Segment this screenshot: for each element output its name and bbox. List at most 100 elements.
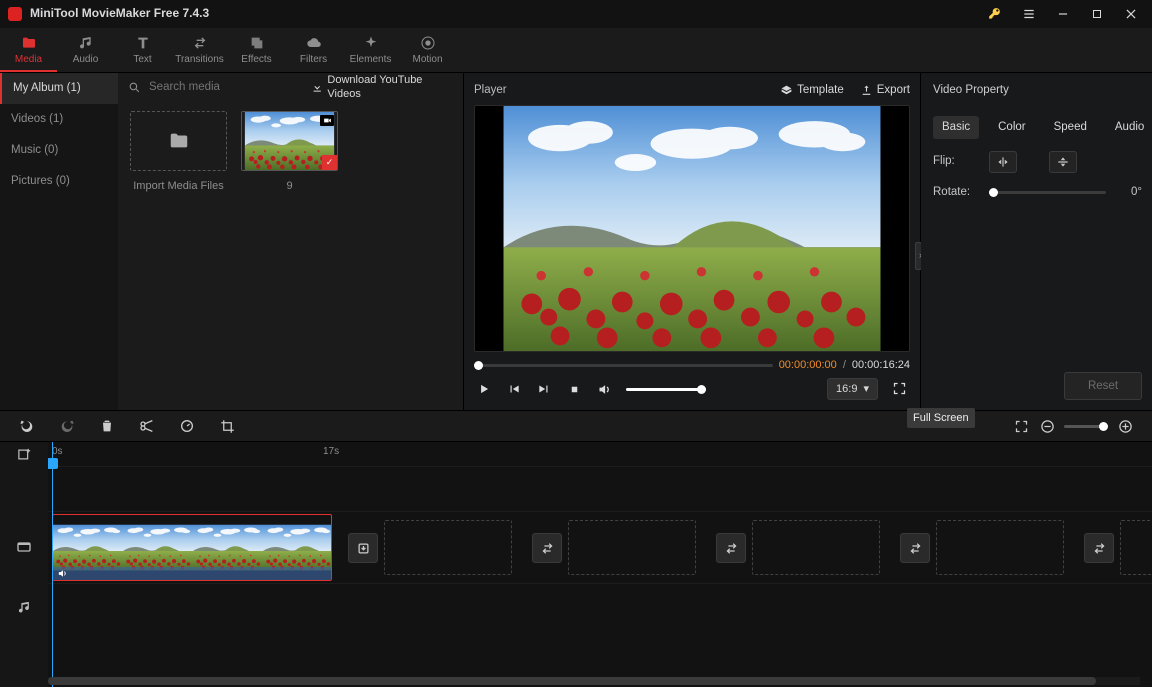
timeline-clip[interactable]	[52, 514, 332, 581]
ribbon-tab-elements[interactable]: Elements	[342, 28, 399, 72]
transition-slot[interactable]	[716, 533, 746, 563]
folder-videos[interactable]: Videos (1)	[0, 104, 118, 135]
library-folders: My Album (1)Videos (1)Music (0)Pictures …	[0, 73, 118, 410]
flip-label: Flip:	[933, 154, 979, 169]
transition-slot[interactable]	[1084, 533, 1114, 563]
zoom-out-button[interactable]	[1038, 417, 1056, 435]
empty-clip-slot[interactable]	[752, 520, 880, 575]
template-icon	[780, 84, 793, 97]
fullscreen-button[interactable]	[892, 381, 908, 397]
play-button[interactable]	[476, 381, 492, 397]
import-media-tile[interactable]: Import Media Files	[130, 111, 227, 193]
video-track-icon	[0, 511, 48, 583]
ribbon-tab-transitions[interactable]: Transitions	[171, 28, 228, 72]
cloud-icon	[306, 35, 322, 51]
time-total: 00:00:16:24	[852, 358, 910, 372]
prop-tab-audio[interactable]: Audio	[1106, 116, 1152, 139]
swap-icon	[192, 35, 208, 51]
maximize-icon[interactable]	[1084, 2, 1110, 26]
video-track[interactable]	[48, 511, 1152, 583]
download-youtube-label: Download YouTube Videos	[327, 73, 453, 102]
app-title: MiniTool MovieMaker Free 7.4.3	[30, 6, 209, 22]
library-panel: My Album (1)Videos (1)Music (0)Pictures …	[0, 73, 463, 410]
timeline-toolbar	[0, 410, 1152, 442]
undo-button[interactable]	[18, 417, 36, 435]
ruler-mark: 17s	[323, 445, 339, 458]
zoom-in-button[interactable]	[1116, 417, 1134, 435]
timeline: 0s17s	[0, 442, 1152, 687]
template-button[interactable]: Template	[780, 83, 844, 98]
main-ribbon: MediaAudioTextTransitionsEffectsFiltersE…	[0, 28, 1152, 73]
flip-horizontal-button[interactable]	[989, 151, 1017, 173]
stop-button[interactable]	[566, 381, 582, 397]
stack-icon	[249, 35, 265, 51]
close-icon[interactable]	[1118, 2, 1144, 26]
transition-slot[interactable]	[532, 533, 562, 563]
search-input[interactable]	[147, 80, 305, 94]
folder-icon	[21, 35, 37, 51]
ribbon-tab-effects[interactable]: Effects	[228, 28, 285, 72]
search-icon	[128, 81, 141, 94]
folder-pictures[interactable]: Pictures (0)	[0, 166, 118, 197]
rotate-value: 0°	[1116, 185, 1142, 200]
overlay-track[interactable]	[48, 466, 1152, 511]
player-header-label: Player	[474, 83, 507, 98]
flip-vertical-button[interactable]	[1049, 151, 1077, 173]
rotate-slider[interactable]	[989, 191, 1106, 194]
transition-slot[interactable]	[348, 533, 378, 563]
playhead[interactable]	[52, 442, 53, 687]
split-button[interactable]	[138, 417, 156, 435]
properties-panel: Video Property Basic Color Speed Audio Flip…	[921, 73, 1152, 410]
app-logo-icon	[8, 7, 22, 21]
empty-clip-slot[interactable]	[568, 520, 696, 575]
prev-frame-button[interactable]	[506, 381, 522, 397]
music-icon	[78, 35, 94, 51]
redo-button[interactable]	[58, 417, 76, 435]
empty-clip-slot[interactable]	[384, 520, 512, 575]
volume-icon[interactable]	[596, 381, 612, 397]
text-icon	[135, 35, 151, 51]
clip-name-label: 9	[286, 179, 292, 193]
flip-vertical-icon	[1056, 155, 1070, 169]
crop-button[interactable]	[218, 417, 236, 435]
transition-slot[interactable]	[900, 533, 930, 563]
hamburger-menu-icon[interactable]	[1016, 2, 1042, 26]
prop-tab-basic[interactable]: Basic	[933, 116, 979, 139]
empty-clip-slot[interactable]	[1120, 520, 1152, 575]
ribbon-tab-audio[interactable]: Audio	[57, 28, 114, 72]
timeline-scrollbar[interactable]	[48, 677, 1140, 685]
player-panel: Player Template Export › 00:00:00:00 / 0…	[463, 73, 921, 410]
delete-button[interactable]	[98, 417, 116, 435]
folder-music[interactable]: Music (0)	[0, 135, 118, 166]
properties-header: Video Property	[933, 79, 1142, 104]
preview-viewport[interactable]	[474, 105, 910, 352]
aspect-ratio-select[interactable]: 16:9▾	[827, 378, 878, 400]
reset-button[interactable]: Reset	[1064, 372, 1142, 400]
zoom-fit-button[interactable]	[1012, 417, 1030, 435]
minimize-icon[interactable]	[1050, 2, 1076, 26]
rotate-label: Rotate:	[933, 185, 979, 200]
folder-myalbum[interactable]: My Album (1)	[0, 73, 118, 104]
volume-slider[interactable]	[626, 388, 706, 391]
add-track-button[interactable]	[0, 442, 48, 466]
download-youtube-button[interactable]: Download YouTube Videos	[311, 73, 453, 102]
ribbon-tab-filters[interactable]: Filters	[285, 28, 342, 72]
ribbon-tab-media[interactable]: Media	[0, 28, 57, 72]
prop-tab-color[interactable]: Color	[989, 116, 1034, 139]
video-badge-icon	[320, 115, 334, 126]
upgrade-key-icon[interactable]	[982, 2, 1008, 26]
seek-bar[interactable]	[474, 364, 773, 367]
ribbon-tab-motion[interactable]: Motion	[399, 28, 456, 72]
empty-clip-slot[interactable]	[936, 520, 1064, 575]
orbit-icon	[420, 35, 436, 51]
ribbon-tab-text[interactable]: Text	[114, 28, 171, 72]
prop-tab-speed[interactable]: Speed	[1045, 116, 1096, 139]
speed-button[interactable]	[178, 417, 196, 435]
export-button[interactable]: Export	[860, 83, 910, 98]
properties-tabs: BasicColorSpeedAudio	[933, 116, 1142, 139]
next-frame-button[interactable]	[536, 381, 552, 397]
audio-track-icon	[0, 583, 48, 631]
audio-track[interactable]	[48, 583, 1152, 631]
media-clip-tile[interactable]: ✓ 9	[241, 111, 338, 193]
zoom-slider[interactable]	[1064, 425, 1108, 428]
